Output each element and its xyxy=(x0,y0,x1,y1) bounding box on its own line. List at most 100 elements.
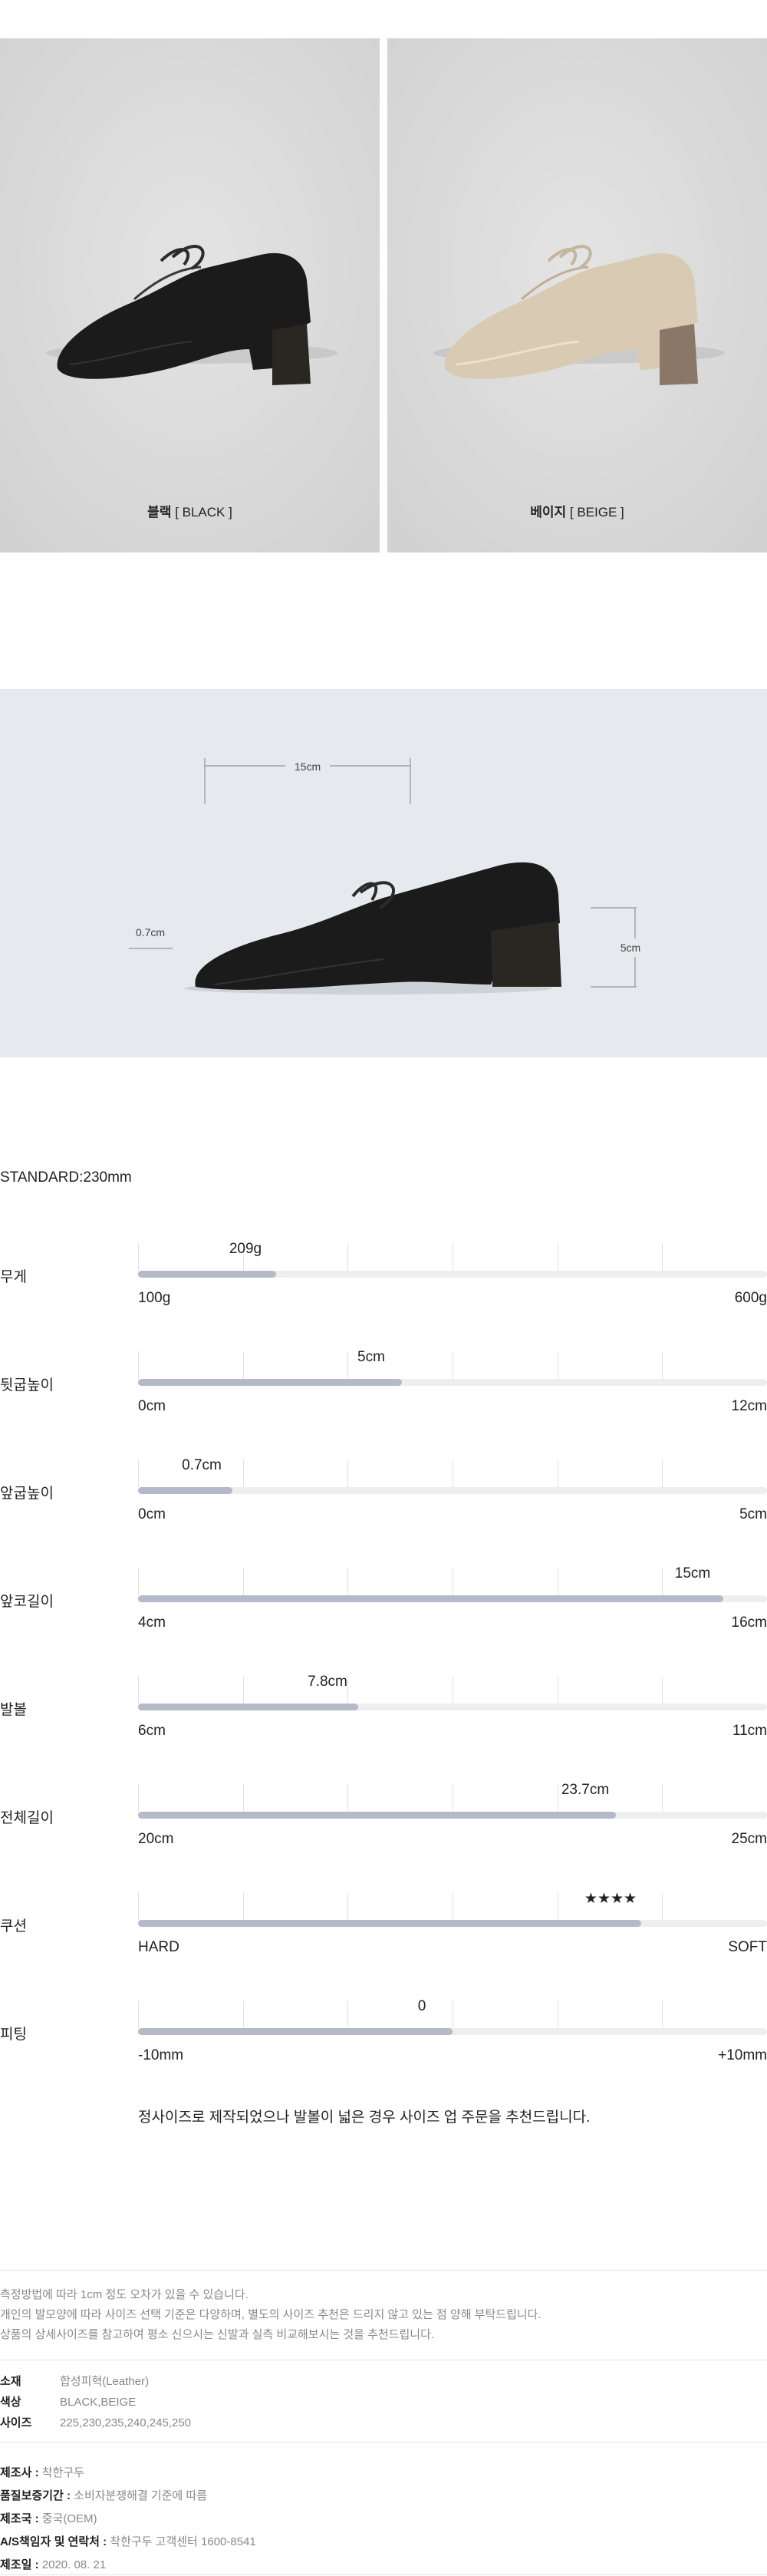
scale-tick xyxy=(662,1568,663,1595)
color-label-beige: 베이지 [ BEIGE ] xyxy=(530,505,624,519)
spec-scale: 0.7cm 0cm 5cm xyxy=(138,1448,767,1525)
scale-tick xyxy=(243,1676,244,1704)
scale-track xyxy=(138,1379,767,1386)
spec-label: 앞굽높이 xyxy=(0,1486,54,1502)
spec-max: 12cm xyxy=(731,1398,767,1414)
scale-fill xyxy=(138,1379,402,1386)
scale-tick xyxy=(138,1460,139,1487)
scale-ticks xyxy=(138,1568,767,1595)
scale-ticks xyxy=(138,1460,767,1487)
info-material: 소재 합성피혁(Leather) xyxy=(0,2375,150,2388)
scale-tick xyxy=(662,1892,663,1920)
spec-row: 전체길이 23.7cm 20cm 25cm xyxy=(0,1773,767,1865)
scale-track xyxy=(138,1595,767,1602)
spec-value: 23.7cm xyxy=(561,1782,610,1798)
spec-row: 뒷굽높이 5cm 0cm 12cm xyxy=(0,1340,767,1432)
spec-value: 0.7cm xyxy=(182,1457,222,1473)
measure-note: 개인의 발모양에 따라 사이즈 선택 기준은 다양하며, 별도의 사이즈 추천은… xyxy=(0,2308,542,2321)
scale-tick xyxy=(347,1676,348,1704)
scale-tick xyxy=(347,1460,348,1487)
measure-note: 상품의 상세사이즈를 참고하여 평소 신으시는 신발과 실측 비교해보시는 것을… xyxy=(0,2328,435,2341)
scale-ticks xyxy=(138,2000,767,2028)
heel-height-label: 5cm xyxy=(621,942,640,954)
size-diagram-image: 15cm 0.7cm 5cm xyxy=(129,757,657,994)
scale-tick xyxy=(243,1568,244,1595)
spec-max: +10mm xyxy=(718,2047,767,2063)
scale-ticks xyxy=(138,1892,767,1920)
spec-max: 5cm xyxy=(739,1506,767,1522)
divider xyxy=(0,2574,767,2575)
spec-label: 피팅 xyxy=(0,2027,27,2043)
maker-as-contact: A/S책임자 및 연락처 : 착한구두 고객센터 1600-8541 xyxy=(0,2535,256,2548)
scale-track xyxy=(138,1920,767,1927)
spec-scale: 15cm 4cm 16cm xyxy=(138,1556,767,1633)
size-note: 정사이즈로 제작되었으나 발볼이 넓은 경우 사이즈 업 주문을 추천드립니다. xyxy=(138,2109,591,2126)
scale-tick xyxy=(138,1892,139,1920)
scale-track xyxy=(138,1271,767,1278)
spec-row: 무게 209g 100g 600g xyxy=(0,1232,767,1324)
scale-fill xyxy=(138,1704,358,1710)
scale-tick xyxy=(243,1460,244,1487)
color-label-black: 블랙 [ BLACK ] xyxy=(147,505,232,519)
spec-value: 209g xyxy=(229,1241,262,1257)
scale-track xyxy=(138,1487,767,1494)
spec-row: 발볼 7.8cm 6cm 11cm xyxy=(0,1664,767,1756)
measure-notes: 측정방법에 따라 1cm 정도 오차가 있을 수 있습니다. 개인의 발모양에 … xyxy=(0,2285,767,2345)
scale-fill xyxy=(138,1487,232,1494)
scale-tick xyxy=(347,1784,348,1812)
maker-company: 제조사 : 착한구두 xyxy=(0,2466,84,2479)
length-label: 15cm xyxy=(295,760,321,773)
scale-ticks xyxy=(138,1351,767,1379)
scale-track xyxy=(138,1704,767,1710)
spec-row: 앞코길이 15cm 4cm 16cm xyxy=(0,1556,767,1648)
scale-tick xyxy=(243,1351,244,1379)
scale-tick xyxy=(347,2000,348,2028)
scale-tick xyxy=(243,1784,244,1812)
spec-label: 앞코길이 xyxy=(0,1594,54,1610)
scale-ticks xyxy=(138,1784,767,1812)
black-shoe-image xyxy=(0,38,380,552)
spec-scale: 23.7cm 20cm 25cm xyxy=(138,1773,767,1849)
measure-note: 측정방법에 따라 1cm 정도 오차가 있을 수 있습니다. xyxy=(0,2288,249,2301)
scale-tick xyxy=(138,1676,139,1704)
spec-scale: 209g 100g 600g xyxy=(138,1232,767,1308)
scale-tick xyxy=(662,2000,663,2028)
spec-label: 발볼 xyxy=(0,1702,27,1718)
spec-min: 6cm xyxy=(138,1723,166,1739)
scale-tick xyxy=(243,1892,244,1920)
spec-min: HARD xyxy=(138,1939,179,1955)
divider xyxy=(0,2270,767,2271)
spec-label: 무게 xyxy=(0,1269,27,1285)
scale-tick xyxy=(138,2000,139,2028)
spec-row: 앞굽높이 0.7cm 0cm 5cm xyxy=(0,1448,767,1540)
spec-label: 뒷굽높이 xyxy=(0,1377,54,1394)
spec-min: 0cm xyxy=(138,1398,166,1414)
toe-height-label: 0.7cm xyxy=(136,926,165,938)
spec-min: 4cm xyxy=(138,1615,166,1631)
scale-track xyxy=(138,1812,767,1819)
scale-tick xyxy=(347,1892,348,1920)
info-color: 색상 BLACK,BEIGE xyxy=(0,2396,137,2409)
scale-tick xyxy=(347,1243,348,1271)
scale-tick xyxy=(243,2000,244,2028)
spec-min: -10mm xyxy=(138,2047,184,2063)
spec-value: 7.8cm xyxy=(308,1674,347,1690)
scale-tick xyxy=(347,1568,348,1595)
beige-shoe-image xyxy=(387,38,767,552)
scale-fill xyxy=(138,2028,453,2035)
color-card-beige: 베이지 [ BEIGE ] xyxy=(387,38,767,552)
spec-scale: 5cm 0cm 12cm xyxy=(138,1340,767,1417)
color-card-black: 블랙 [ BLACK ] xyxy=(0,38,380,552)
standard-size: STANDARD:230mm xyxy=(0,1169,132,1186)
product-info: 소재 합성피혁(Leather) 색상 BLACK,BEIGE 사이즈 225,230… xyxy=(0,2371,767,2433)
spec-value: 5cm xyxy=(357,1349,385,1365)
scale-fill xyxy=(138,1595,723,1602)
scale-tick xyxy=(662,1676,663,1704)
spec-max: 600g xyxy=(734,1290,767,1306)
maker-warranty: 품질보증기간 : 소비자분쟁해결 기준에 따름 xyxy=(0,2489,208,2502)
scale-tick xyxy=(347,1351,348,1379)
scale-fill xyxy=(138,1271,276,1278)
spec-min: 20cm xyxy=(138,1831,174,1847)
spec-scale: 7.8cm 6cm 11cm xyxy=(138,1664,767,1741)
spec-value: ★★★★ xyxy=(584,1891,637,1907)
